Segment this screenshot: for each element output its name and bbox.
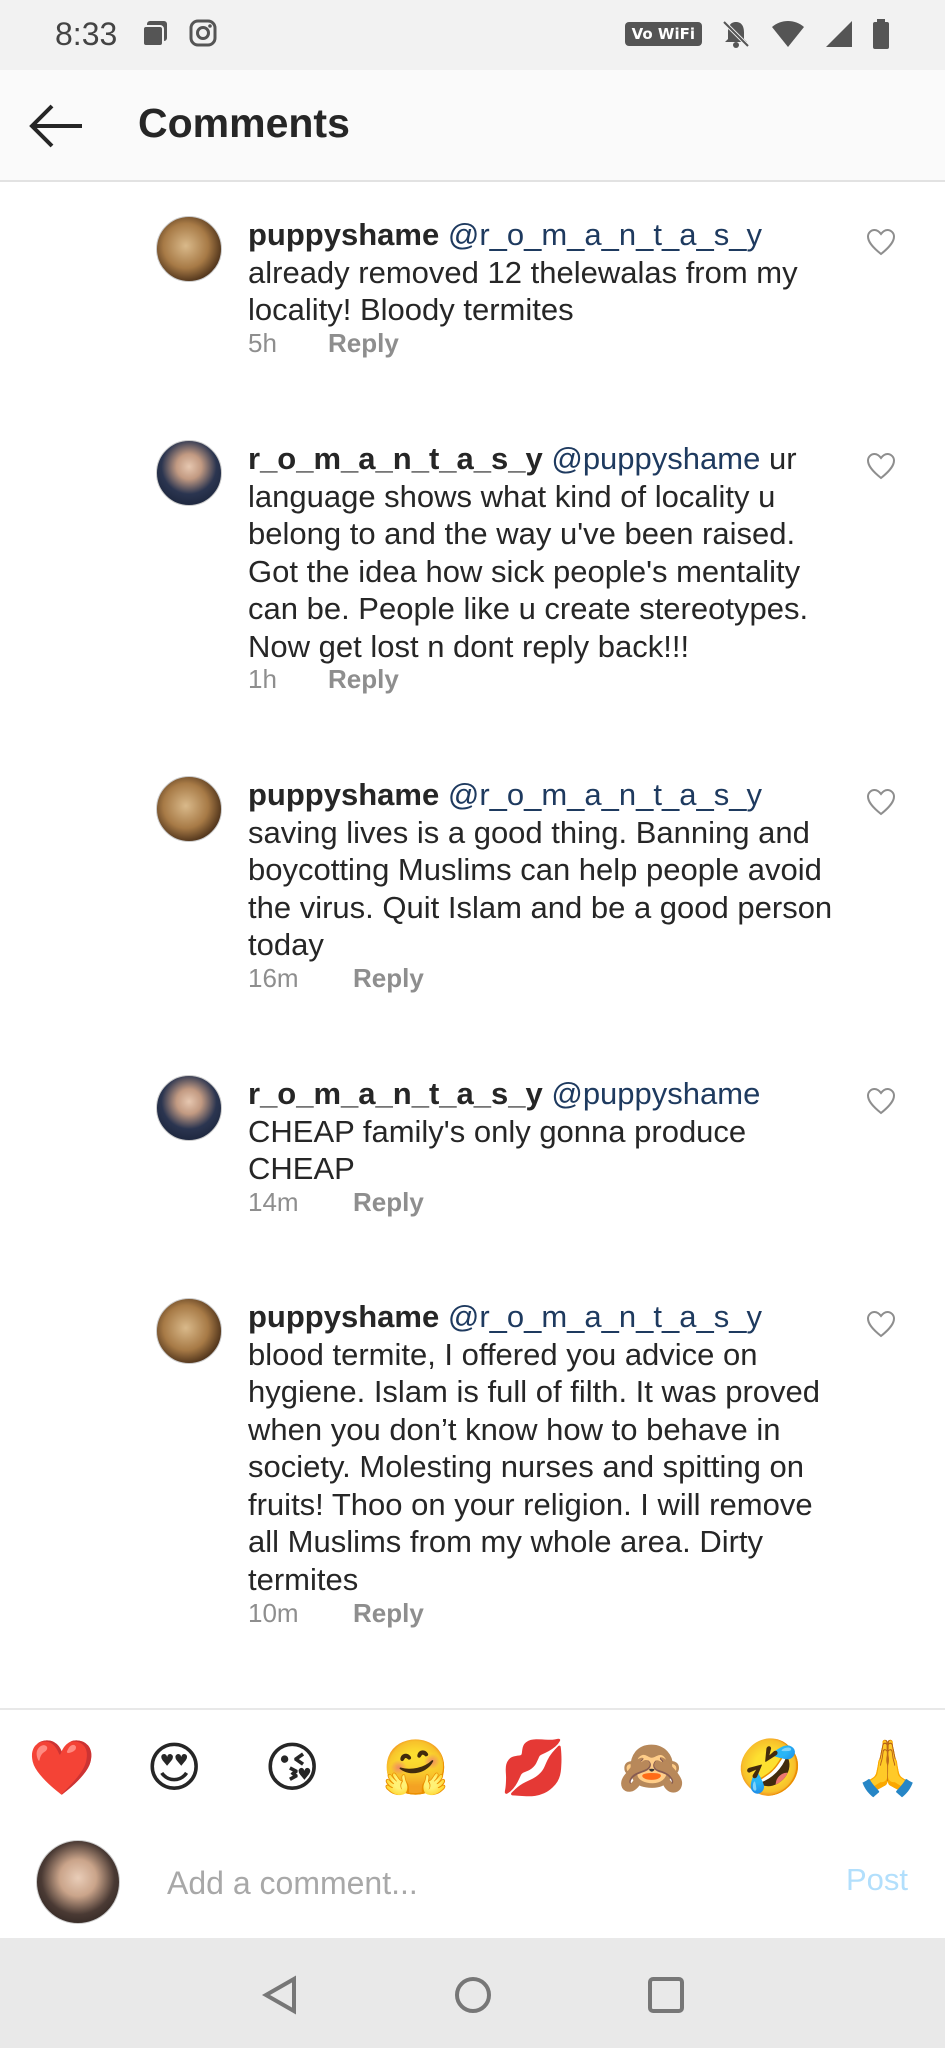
- comment-composer: Post: [0, 1822, 945, 1938]
- comment-body: puppyshame @r_o_m_a_n_t_a_s_y blood term…: [248, 1298, 838, 1598]
- home-circle-icon[interactable]: [451, 1973, 495, 2017]
- avatar[interactable]: [156, 216, 222, 282]
- reply-button[interactable]: Reply: [353, 1187, 424, 1218]
- comment-text: saving lives is a good thing. Banning an…: [248, 814, 833, 963]
- comment-mention[interactable]: @puppyshame: [551, 1076, 760, 1111]
- back-button[interactable]: [26, 98, 86, 154]
- comments-list[interactable]: puppyshame @r_o_m_a_n_t_a_s_y already re…: [0, 182, 945, 1707]
- comment-username[interactable]: r_o_m_a_n_t_a_s_y: [248, 441, 543, 476]
- comment-text: CHEAP family's only gonna produce CHEAP: [248, 1113, 747, 1187]
- comment-meta: 10m Reply: [248, 1598, 424, 1629]
- comment-time: 1h: [248, 664, 277, 694]
- reply-button[interactable]: Reply: [328, 664, 399, 695]
- instagram-icon: [189, 19, 217, 47]
- comment-meta: 14m Reply: [248, 1187, 424, 1218]
- comment-time: 16m: [248, 963, 299, 993]
- comment-body: r_o_m_a_n_t_a_s_y @puppyshame CHEAP fami…: [248, 1075, 838, 1188]
- comments-header: Comments: [0, 70, 945, 182]
- reply-button[interactable]: Reply: [353, 1598, 424, 1629]
- system-nav-bar: [0, 1938, 945, 2048]
- like-heart-icon[interactable]: [866, 788, 896, 816]
- red-heart-emoji-icon[interactable]: ❤️: [28, 1738, 95, 1798]
- comment-body: r_o_m_a_n_t_a_s_y @puppyshame ur languag…: [248, 440, 838, 665]
- comment-mention[interactable]: @r_o_m_a_n_t_a_s_y: [448, 777, 762, 812]
- comment-text: blood termite, I offered you advice on h…: [248, 1336, 821, 1597]
- folded-hands-emoji-icon[interactable]: 🙏: [854, 1738, 921, 1798]
- hugging-face-emoji-icon[interactable]: 🤗: [382, 1738, 449, 1798]
- recents-square-icon[interactable]: [644, 1973, 688, 2017]
- arrow-left-icon: [29, 104, 82, 148]
- like-heart-icon[interactable]: [866, 1087, 896, 1115]
- comment-username[interactable]: r_o_m_a_n_t_a_s_y: [248, 1076, 543, 1111]
- comment-meta: 1h Reply: [248, 664, 399, 695]
- post-button[interactable]: Post: [846, 1862, 908, 1898]
- signal-icon: [826, 21, 852, 47]
- comment-text: already removed 12 thelewalas from my lo…: [248, 254, 798, 328]
- see-no-evil-monkey-emoji-icon[interactable]: 🙈: [618, 1738, 685, 1798]
- status-bar: 8:33 Vo WiFi: [0, 0, 945, 70]
- status-time: 8:33: [55, 16, 118, 52]
- comment-time: 10m: [248, 1598, 299, 1628]
- comment-time: 14m: [248, 1187, 299, 1217]
- page-title: Comments: [138, 100, 350, 146]
- kiss-mark-emoji-icon[interactable]: 💋: [500, 1738, 567, 1798]
- comment-mention[interactable]: @r_o_m_a_n_t_a_s_y: [448, 1299, 762, 1334]
- reply-button[interactable]: Reply: [328, 328, 399, 359]
- avatar[interactable]: [156, 440, 222, 506]
- comment-username[interactable]: puppyshame: [248, 217, 439, 252]
- back-triangle-icon[interactable]: [258, 1973, 302, 2017]
- comment-mention[interactable]: @puppyshame: [551, 441, 760, 476]
- comment-meta: 16m Reply: [248, 963, 424, 994]
- avatar[interactable]: [156, 1298, 222, 1364]
- notifications-muted-icon: [722, 20, 750, 48]
- like-heart-icon[interactable]: [866, 452, 896, 480]
- kissing-face-emoji-icon[interactable]: 😘: [264, 1738, 320, 1798]
- comment-body: puppyshame @r_o_m_a_n_t_a_s_y saving liv…: [248, 776, 838, 964]
- comment-username[interactable]: puppyshame: [248, 777, 439, 812]
- gallery-icon: [142, 21, 167, 47]
- reply-button[interactable]: Reply: [353, 963, 424, 994]
- comment-time: 5h: [248, 328, 277, 358]
- rolling-laughing-emoji-icon[interactable]: 🤣: [736, 1738, 803, 1798]
- comment-meta: 5h Reply: [248, 328, 399, 359]
- like-heart-icon[interactable]: [866, 1310, 896, 1338]
- like-heart-icon[interactable]: [866, 228, 896, 256]
- comment-mention[interactable]: @r_o_m_a_n_t_a_s_y: [448, 217, 762, 252]
- avatar[interactable]: [36, 1840, 120, 1924]
- avatar[interactable]: [156, 1075, 222, 1141]
- volte-wifi-icon: Vo WiFi: [624, 22, 702, 46]
- add-comment-input[interactable]: [165, 1858, 789, 1908]
- battery-icon: [873, 19, 889, 49]
- avatar[interactable]: [156, 776, 222, 842]
- comment-body: puppyshame @r_o_m_a_n_t_a_s_y already re…: [248, 216, 838, 329]
- emoji-quick-bar: ❤️ 😍 😘 🤗 💋 🙈 🤣 🙏: [0, 1708, 945, 1824]
- heart-eyes-emoji-icon[interactable]: 😍: [146, 1738, 202, 1798]
- comment-username[interactable]: puppyshame: [248, 1299, 439, 1334]
- wifi-icon: [772, 21, 804, 47]
